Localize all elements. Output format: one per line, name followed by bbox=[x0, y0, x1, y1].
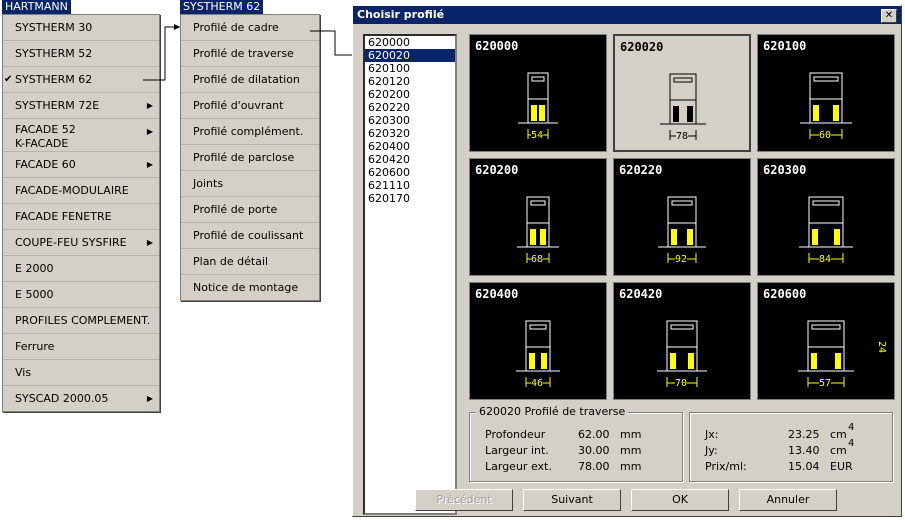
dialog-title: Choisir profilé bbox=[353, 6, 901, 24]
profile-list-item[interactable]: 620170 bbox=[365, 192, 455, 205]
profile-tile-dimension: 84 bbox=[819, 254, 832, 265]
profile-tile-code: 620400 bbox=[475, 287, 519, 301]
profile-tile-code: 620200 bbox=[475, 163, 519, 177]
profile-list-item[interactable]: 620120 bbox=[365, 75, 455, 88]
jx-label: Jx: bbox=[705, 428, 719, 441]
jx-unit: cm bbox=[830, 428, 847, 441]
profile-list-item[interactable]: 620320 bbox=[365, 127, 455, 140]
profile-tile-dimension: 68 bbox=[531, 254, 544, 265]
profile-list-item[interactable]: 620020 bbox=[365, 49, 455, 62]
profile-tile[interactable]: 620600 57 24 bbox=[757, 282, 895, 400]
profile-tile-dimension: 92 bbox=[675, 254, 688, 265]
ok-button[interactable]: OK bbox=[631, 489, 729, 511]
profile-list-item[interactable]: 620220 bbox=[365, 101, 455, 114]
profile-tile-dimension: 70 bbox=[675, 378, 688, 389]
profile-tile[interactable]: 620220 92 bbox=[613, 158, 751, 276]
largeur-int-value: 30.00 bbox=[578, 444, 610, 457]
profile-list-item[interactable]: 620400 bbox=[365, 140, 455, 153]
profondeur-value: 62.00 bbox=[578, 428, 610, 441]
next-button[interactable]: Suivant bbox=[523, 489, 621, 511]
jy-label: Jy: bbox=[705, 444, 718, 457]
profile-tile-dimension: 60 bbox=[819, 130, 832, 141]
profile-tile-code: 620000 bbox=[475, 39, 519, 53]
profile-tile-dimension-vertical: 24 bbox=[876, 341, 887, 354]
profile-tile-code: 620600 bbox=[763, 287, 807, 301]
profile-list-item[interactable]: 620100 bbox=[365, 62, 455, 75]
prix-unit: EUR bbox=[830, 460, 853, 473]
close-icon[interactable]: ✕ bbox=[881, 9, 897, 23]
cancel-button[interactable]: Annuler bbox=[739, 489, 837, 511]
largeur-int-unit: mm bbox=[620, 444, 642, 457]
previous-button[interactable]: Précédent bbox=[415, 489, 513, 511]
jy-exponent: 4 bbox=[848, 438, 855, 449]
profile-list-item[interactable]: 620200 bbox=[365, 88, 455, 101]
profile-tile[interactable]: 620400 46 bbox=[469, 282, 607, 400]
largeur-ext-unit: mm bbox=[620, 460, 642, 473]
largeur-ext-label: Largeur ext. bbox=[485, 460, 552, 473]
largeur-ext-value: 78.00 bbox=[578, 460, 610, 473]
profile-list-item[interactable]: 620000 bbox=[365, 36, 455, 49]
profile-tile[interactable]: 620420 70 bbox=[613, 282, 751, 400]
profile-tile-dimension: 46 bbox=[531, 378, 544, 389]
jx-exponent: 4 bbox=[848, 422, 855, 433]
profile-tile[interactable]: 620020 78 bbox=[613, 34, 751, 152]
profile-tile[interactable]: 620000 54 bbox=[469, 34, 607, 152]
profile-tile-code: 620020 bbox=[620, 40, 664, 54]
profile-info-caption: 620020 Profilé de traverse bbox=[476, 405, 629, 418]
profile-tile-code: 620420 bbox=[619, 287, 663, 301]
profile-tile-dimension: 54 bbox=[531, 130, 544, 141]
profile-list-item[interactable]: 620600 bbox=[365, 166, 455, 179]
jx-value: 23.25 bbox=[788, 428, 820, 441]
profondeur-unit: mm bbox=[620, 428, 642, 441]
profile-list-item[interactable]: 620300 bbox=[365, 114, 455, 127]
prix-label: Prix/ml: bbox=[705, 460, 747, 473]
profile-tile[interactable]: 620100 60 bbox=[757, 34, 895, 152]
profile-info-group: 620020 Profilé de traverse Profondeur 62… bbox=[469, 405, 683, 482]
prix-value: 15.04 bbox=[788, 460, 820, 473]
profile-tile-code: 620300 bbox=[763, 163, 807, 177]
largeur-int-label: Largeur int. bbox=[485, 444, 549, 457]
jy-unit: cm bbox=[830, 444, 847, 457]
profile-stats-group: Jx: 23.25 cm 4 Jy: 13.40 cm 4 Prix/ml: 1… bbox=[689, 412, 893, 482]
profile-tile[interactable]: 620200 68 bbox=[469, 158, 607, 276]
profile-tile-code: 620100 bbox=[763, 39, 807, 53]
profile-tile[interactable]: 620300 84 bbox=[757, 158, 895, 276]
profile-list-item[interactable]: 620420 bbox=[365, 153, 455, 166]
profile-tile-dimension: 78 bbox=[676, 131, 689, 142]
profile-listbox[interactable]: 620000 620020 620100 620120 620200 620220 6203… bbox=[363, 34, 457, 515]
profile-tile-code: 620220 bbox=[619, 163, 663, 177]
choose-profile-dialog: Choisir profilé ✕ 620000 620020 620100 6201… bbox=[352, 5, 902, 517]
profondeur-label: Profondeur bbox=[485, 428, 546, 441]
profile-tile-dimension: 57 bbox=[819, 378, 832, 389]
jy-value: 13.40 bbox=[788, 444, 820, 457]
profile-list-item[interactable]: 621110 bbox=[365, 179, 455, 192]
